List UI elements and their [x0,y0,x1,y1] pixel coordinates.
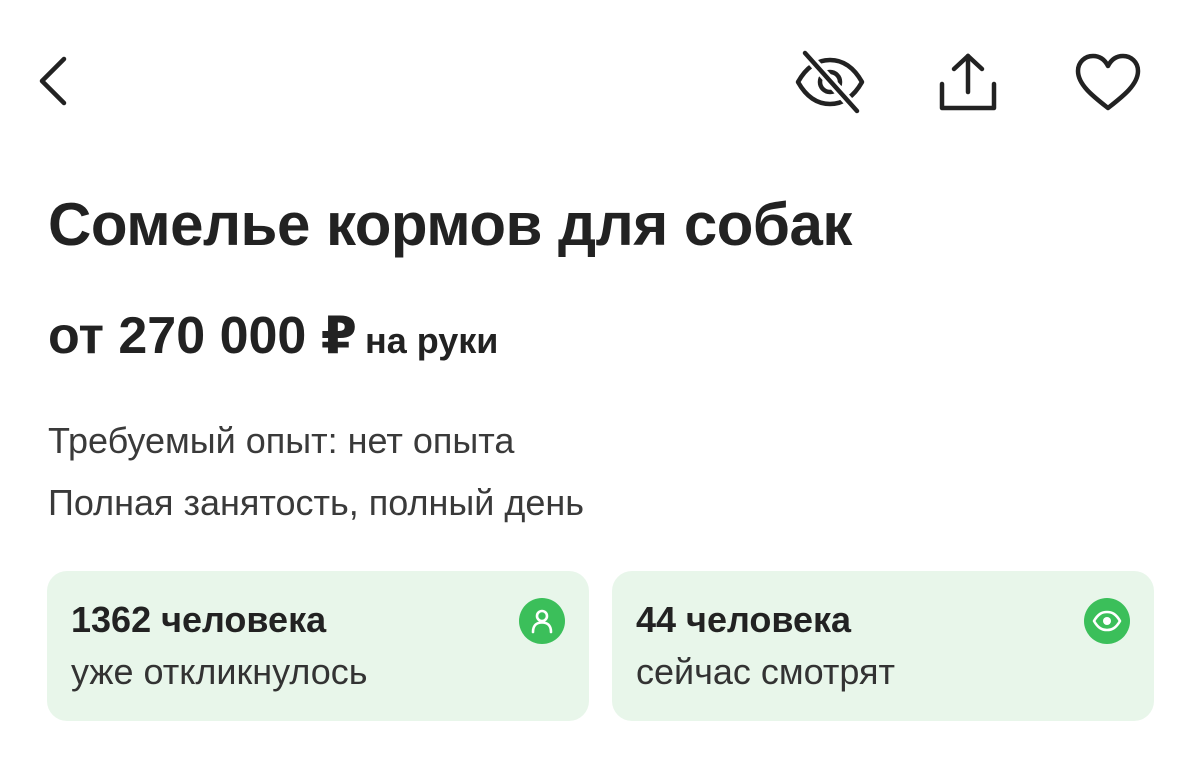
person-icon [519,598,565,644]
salary-amount: от 270 000 ₽ [48,307,357,365]
responses-count: 1362 человека [71,599,327,640]
viewers-label: сейчас смотрят [636,651,895,692]
hide-vacancy-button[interactable] [790,44,870,120]
experience-text: Требуемый опыт: нет опыта [48,420,515,461]
employment-text: Полная занятость, полный день [48,482,585,523]
salary: от 270 000 ₽ на руки [48,306,498,366]
vacancy-title: Сомелье кормов для собак [48,191,852,258]
responses-label: уже откликнулось [71,651,368,692]
heart-outline-icon [1075,53,1141,111]
share-button[interactable] [930,44,1006,120]
favorite-button[interactable] [1068,44,1148,120]
top-bar [0,0,1200,160]
eye-icon [1084,598,1130,644]
responses-card: 1362 человека уже откликнулось [47,571,589,721]
salary-note: на руки [364,320,499,361]
share-upload-icon [939,53,997,111]
back-button[interactable] [24,48,84,114]
eye-slash-icon [795,49,865,115]
chevron-left-icon [39,56,67,106]
viewers-count: 44 человека [636,599,852,640]
viewers-card: 44 человека сейчас смотрят [612,571,1154,721]
